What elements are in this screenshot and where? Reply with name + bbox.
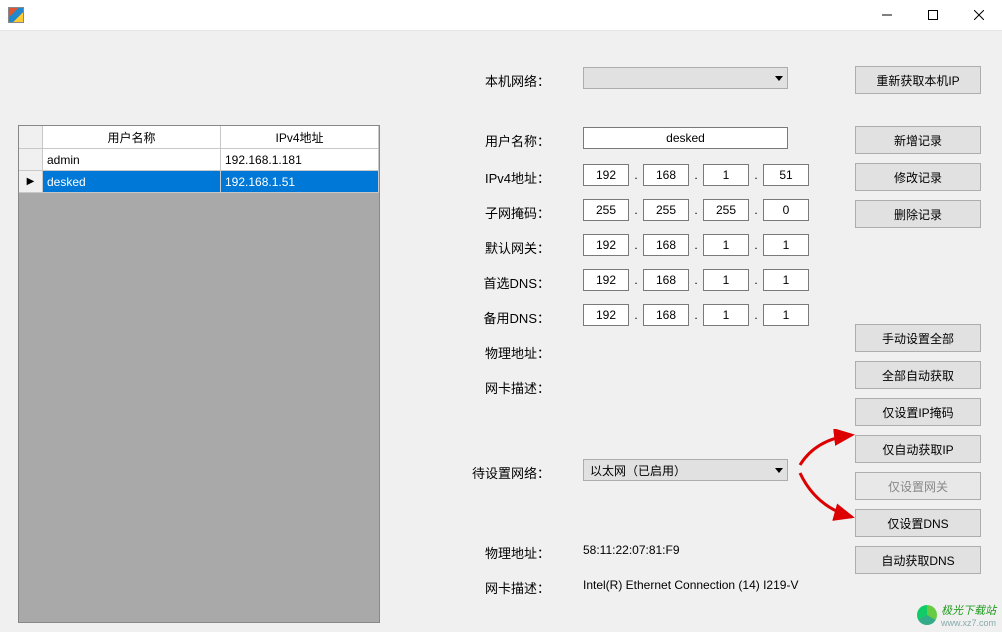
- target-network-value: 以太网（已启用）: [590, 462, 686, 479]
- dot-separator: .: [629, 168, 643, 182]
- add-record-button[interactable]: 新增记录: [855, 126, 981, 154]
- auto-ip-only-button[interactable]: 仅自动获取IP: [855, 435, 981, 463]
- grid-header: 用户名称 IPv4地址: [19, 126, 379, 149]
- dns1-octet-3[interactable]: [703, 269, 749, 291]
- grid-header-username[interactable]: 用户名称: [43, 126, 221, 149]
- watermark-logo-icon: [917, 605, 937, 625]
- dot-separator: .: [629, 203, 643, 217]
- label-nic-desc2: 网卡描述：: [450, 578, 550, 597]
- label-username: 用户名称：: [450, 131, 550, 150]
- set-ip-mask-only-button[interactable]: 仅设置IP掩码: [855, 398, 981, 426]
- ipv4-octet-1[interactable]: [583, 164, 629, 186]
- dot-separator: .: [689, 273, 703, 287]
- label-nic-desc: 网卡描述：: [450, 378, 550, 397]
- dot-separator: .: [749, 238, 763, 252]
- dot-separator: .: [749, 203, 763, 217]
- row-indicator-icon: ▶: [27, 176, 35, 187]
- dot-separator: .: [629, 273, 643, 287]
- grid-header-ipv4[interactable]: IPv4地址: [221, 126, 379, 149]
- dot-separator: .: [629, 308, 643, 322]
- label-ipv4: IPv4地址：: [450, 168, 550, 187]
- dot-separator: .: [749, 168, 763, 182]
- watermark-name: 极光下载站: [941, 605, 996, 617]
- grid-header-selector[interactable]: [19, 126, 43, 149]
- delete-record-button[interactable]: 删除记录: [855, 200, 981, 228]
- ipv4-octet-4[interactable]: [763, 164, 809, 186]
- dns2-octet-3[interactable]: [703, 304, 749, 326]
- cell-ipv4[interactable]: 192.168.1.51: [221, 171, 379, 193]
- dot-separator: .: [749, 308, 763, 322]
- minimize-button[interactable]: [864, 0, 910, 30]
- dot-separator: .: [689, 308, 703, 322]
- subnet-octet-3[interactable]: [703, 199, 749, 221]
- subnet-octet-1[interactable]: [583, 199, 629, 221]
- subnet-octet-4[interactable]: [763, 199, 809, 221]
- username-input[interactable]: [583, 127, 788, 149]
- gateway-group: ...: [583, 234, 809, 256]
- dot-separator: .: [689, 238, 703, 252]
- table-row[interactable]: admin192.168.1.181: [19, 149, 379, 171]
- ipv4-group: ...: [583, 164, 809, 186]
- set-dns-only-button[interactable]: 仅设置DNS: [855, 509, 981, 537]
- label-target-network: 待设置网络：: [450, 463, 550, 482]
- chevron-down-icon: [775, 76, 783, 81]
- dns1-group: ...: [583, 269, 809, 291]
- ipv4-octet-2[interactable]: [643, 164, 689, 186]
- label-gateway: 默认网关：: [450, 238, 550, 257]
- gateway-octet-3[interactable]: [703, 234, 749, 256]
- row-selector[interactable]: [19, 149, 43, 171]
- dns2-octet-2[interactable]: [643, 304, 689, 326]
- cell-username[interactable]: desked: [43, 171, 221, 193]
- chevron-down-icon: [775, 468, 783, 473]
- set-all-manual-button[interactable]: 手动设置全部: [855, 324, 981, 352]
- annotation-arrow-icon: [796, 467, 860, 527]
- dns2-octet-4[interactable]: [763, 304, 809, 326]
- label-local-network: 本机网络：: [450, 71, 550, 90]
- dot-separator: .: [749, 273, 763, 287]
- dns1-octet-2[interactable]: [643, 269, 689, 291]
- set-gateway-only-button[interactable]: 仅设置网关: [855, 472, 981, 500]
- refresh-local-ip-button[interactable]: 重新获取本机IP: [855, 66, 981, 94]
- close-button[interactable]: [956, 0, 1002, 30]
- annotation-arrow-icon: [796, 429, 860, 469]
- label-dns2: 备用DNS：: [450, 308, 550, 327]
- dns1-octet-1[interactable]: [583, 269, 629, 291]
- window-controls: [864, 0, 1002, 30]
- dns1-octet-4[interactable]: [763, 269, 809, 291]
- maximize-button[interactable]: [910, 0, 956, 30]
- records-grid[interactable]: 用户名称 IPv4地址 admin192.168.1.181 ▶ desked192…: [18, 125, 380, 623]
- local-network-combo[interactable]: [583, 67, 788, 89]
- watermark: 极光下载站 www.xz7.com: [917, 602, 996, 628]
- dot-separator: .: [689, 168, 703, 182]
- gateway-octet-2[interactable]: [643, 234, 689, 256]
- nic-desc-value: Intel(R) Ethernet Connection (14) I219-V: [583, 578, 798, 592]
- modify-record-button[interactable]: 修改记录: [855, 163, 981, 191]
- dot-separator: .: [629, 238, 643, 252]
- cell-username[interactable]: admin: [43, 149, 221, 171]
- target-network-combo[interactable]: 以太网（已启用）: [583, 459, 788, 481]
- titlebar: [0, 0, 1002, 31]
- table-row[interactable]: ▶ desked192.168.1.51: [19, 171, 379, 193]
- set-all-auto-button[interactable]: 全部自动获取: [855, 361, 981, 389]
- gateway-octet-4[interactable]: [763, 234, 809, 256]
- gateway-octet-1[interactable]: [583, 234, 629, 256]
- label-mac2: 物理地址：: [450, 543, 550, 562]
- auto-dns-button[interactable]: 自动获取DNS: [855, 546, 981, 574]
- dns2-octet-1[interactable]: [583, 304, 629, 326]
- label-dns1: 首选DNS：: [450, 273, 550, 292]
- dns2-group: ...: [583, 304, 809, 326]
- ipv4-octet-3[interactable]: [703, 164, 749, 186]
- client-area: 用户名称 IPv4地址 admin192.168.1.181 ▶ desked192…: [0, 31, 1002, 632]
- row-selector[interactable]: ▶: [19, 171, 43, 193]
- label-mac: 物理地址：: [450, 343, 550, 362]
- label-subnet: 子网掩码：: [450, 203, 550, 222]
- watermark-url: www.xz7.com: [941, 618, 996, 628]
- cell-ipv4[interactable]: 192.168.1.181: [221, 149, 379, 171]
- app-icon: [8, 7, 24, 23]
- subnet-group: ...: [583, 199, 809, 221]
- subnet-octet-2[interactable]: [643, 199, 689, 221]
- mac-value: 58:11:22:07:81:F9: [583, 543, 680, 557]
- dot-separator: .: [689, 203, 703, 217]
